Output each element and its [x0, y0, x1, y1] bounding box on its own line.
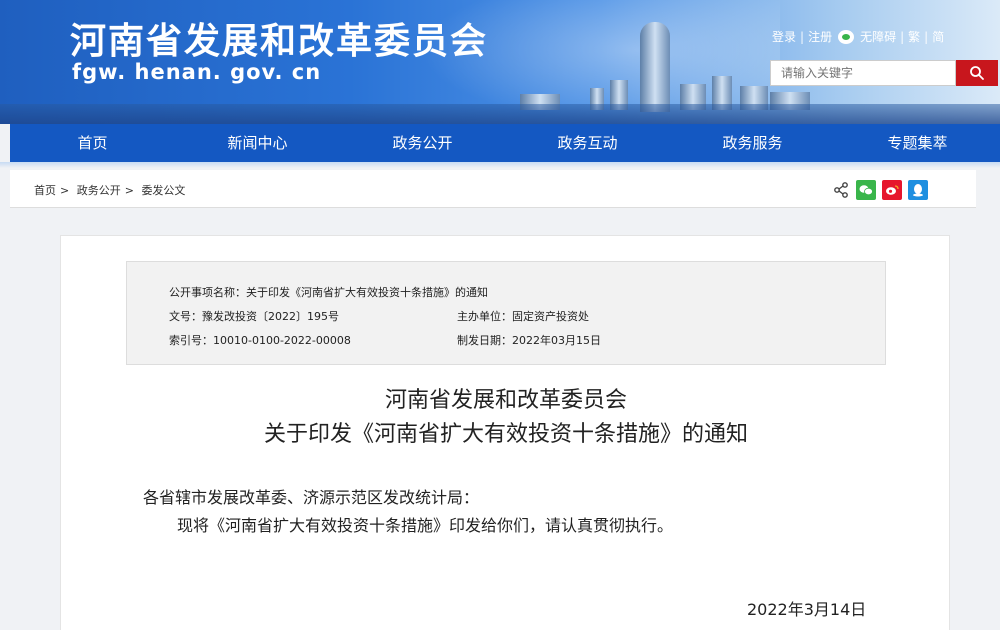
- water-reflection: [0, 104, 1000, 124]
- meta-dept-value: 固定资产投资处: [512, 310, 589, 323]
- nav-shadow: [0, 162, 1000, 168]
- simplified-chinese-link[interactable]: 简: [932, 28, 944, 45]
- search-button[interactable]: [956, 60, 998, 86]
- article-salutation: 各省辖市发展改革委、济源示范区发改统计局：: [143, 488, 480, 507]
- meta-item-name-label: 公开事项名称：: [169, 286, 246, 299]
- breadcrumb-separator: >: [124, 184, 134, 197]
- share-icons: [832, 180, 928, 200]
- nav-item-gov-open[interactable]: 政务公开: [340, 124, 505, 162]
- nav-item-topics[interactable]: 专题集萃: [835, 124, 1000, 162]
- meta-index-value: 10010-0100-2022-00008: [213, 334, 351, 347]
- breadcrumb-separator: >: [60, 184, 70, 197]
- meta-date-value: 2022年03月15日: [512, 334, 601, 347]
- meta-index-label: 索引号：: [169, 334, 213, 347]
- site-title[interactable]: 河南省发展和改革委员会: [70, 12, 488, 64]
- wechat-icon[interactable]: [838, 29, 855, 44]
- article-title-line2: 关于印发《河南省扩大有效投资十条措施》的通知: [263, 422, 748, 447]
- breadcrumb-gov-open[interactable]: 政务公开: [77, 184, 121, 197]
- nav-item-services[interactable]: 政务服务: [670, 124, 835, 162]
- nav-item-news[interactable]: 新闻中心: [175, 124, 340, 162]
- accessibility-link[interactable]: 无障碍: [860, 28, 896, 45]
- meta-doc-no-value: 豫发改投资〔2022〕195号: [202, 310, 339, 323]
- meta-doc-no: 文号：豫发改投资〔2022〕195号: [169, 308, 339, 324]
- meta-dept: 主办单位：固定资产投资处: [457, 308, 589, 324]
- meta-item-name-value: 关于印发《河南省扩大有效投资十条措施》的通知: [246, 286, 488, 299]
- meta-item-name: 公开事项名称：关于印发《河南省扩大有效投资十条措施》的通知: [169, 284, 488, 300]
- article-panel: 公开事项名称：关于印发《河南省扩大有效投资十条措施》的通知 文号：豫发改投资〔2…: [60, 235, 950, 630]
- meta-doc-no-label: 文号：: [169, 310, 202, 323]
- qq-share-icon[interactable]: [908, 180, 928, 200]
- nav-item-interaction[interactable]: 政务互动: [505, 124, 670, 162]
- breadcrumb: 首页 > 政务公开 > 委发公文: [34, 182, 189, 198]
- meta-date-label: 制发日期：: [457, 334, 512, 347]
- wechat-share-icon[interactable]: [856, 180, 876, 200]
- separator: |: [900, 29, 905, 44]
- traditional-chinese-link[interactable]: 繁: [908, 28, 920, 45]
- meta-index: 索引号：10010-0100-2022-00008: [169, 332, 351, 348]
- search-input[interactable]: [770, 60, 956, 86]
- register-link[interactable]: 注册: [808, 28, 832, 45]
- main-nav: 首页 新闻中心 政务公开 政务互动 政务服务 专题集萃: [10, 124, 1000, 162]
- breadcrumb-documents[interactable]: 委发公文: [141, 184, 185, 197]
- breadcrumb-bar: 首页 > 政务公开 > 委发公文: [10, 170, 976, 208]
- search-icon: [970, 66, 984, 80]
- meta-dept-label: 主办单位：: [457, 310, 512, 323]
- breadcrumb-home[interactable]: 首页: [34, 184, 56, 197]
- share-icon[interactable]: [832, 181, 850, 199]
- article-date: 2022年3月14日: [747, 600, 867, 619]
- meta-date: 制发日期：2022年03月15日: [457, 332, 601, 348]
- site-domain: fgw. henan. gov. cn: [72, 60, 322, 84]
- top-links: 登录 | 注册 无障碍 | 繁 | 简: [772, 28, 944, 45]
- login-link[interactable]: 登录: [772, 28, 796, 45]
- article-title-line1: 河南省发展和改革委员会: [384, 388, 627, 413]
- article-body: 现将《河南省扩大有效投资十条措施》印发给你们，请认真贯彻执行。: [177, 516, 674, 535]
- separator: |: [800, 29, 805, 44]
- separator: |: [924, 29, 929, 44]
- nav-item-home[interactable]: 首页: [10, 124, 175, 162]
- document-meta-box: 公开事项名称：关于印发《河南省扩大有效投资十条措施》的通知 文号：豫发改投资〔2…: [126, 261, 886, 365]
- weibo-share-icon[interactable]: [882, 180, 902, 200]
